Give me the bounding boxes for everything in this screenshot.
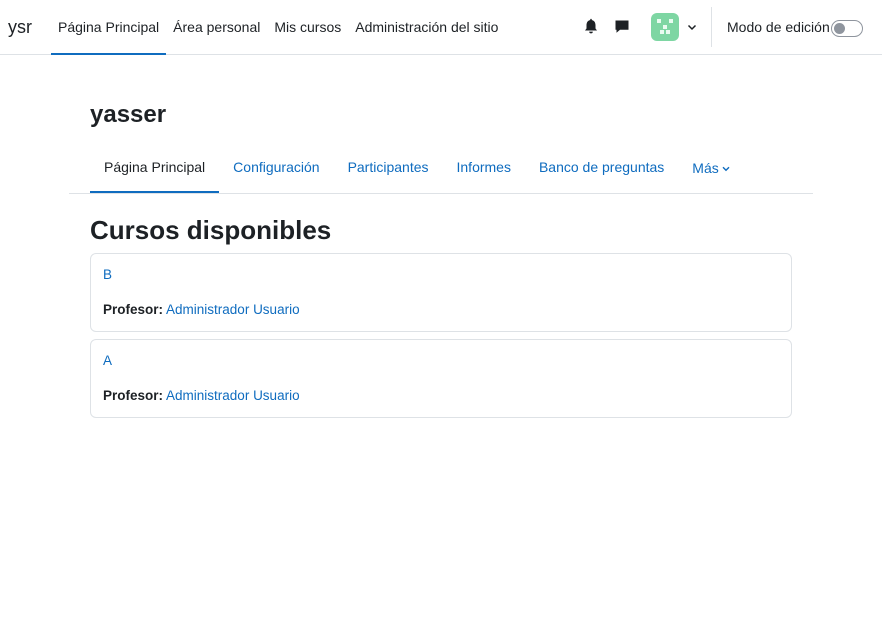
teacher-name-link[interactable]: Administrador Usuario xyxy=(166,388,300,403)
available-courses-heading: Cursos disponibles xyxy=(90,215,332,245)
edit-mode-toggle[interactable] xyxy=(831,20,863,37)
course-card: B Profesor: Administrador Usuario xyxy=(90,253,792,332)
course-teacher: Profesor: Administrador Usuario xyxy=(103,302,300,317)
secondary-navigation: Página Principal Configuración Participa… xyxy=(90,143,744,193)
course-name-link[interactable]: B xyxy=(103,267,112,282)
teacher-label: Profesor: xyxy=(103,302,164,317)
nav-item-pagina-principal[interactable]: Página Principal xyxy=(51,0,167,55)
secondary-nav-divider xyxy=(69,193,813,194)
chevron-down-icon[interactable] xyxy=(686,20,698,34)
tab-pagina-principal[interactable]: Página Principal xyxy=(90,143,220,193)
teacher-label: Profesor: xyxy=(103,388,164,403)
course-teacher: Profesor: Administrador Usuario xyxy=(103,388,300,403)
tab-mas-label: Más xyxy=(692,160,719,176)
navbar-divider xyxy=(711,7,712,47)
user-avatar[interactable] xyxy=(651,13,679,41)
course-name-link[interactable]: A xyxy=(103,353,112,368)
tab-configuracion[interactable]: Configuración xyxy=(219,143,333,193)
tab-banco-de-preguntas[interactable]: Banco de preguntas xyxy=(525,143,678,193)
nav-item-mis-cursos[interactable]: Mis cursos xyxy=(267,0,348,54)
nav-item-administracion-sitio[interactable]: Administración del sitio xyxy=(348,0,505,54)
chat-bubble-icon[interactable] xyxy=(613,17,631,37)
site-brand[interactable]: ysr xyxy=(8,17,32,38)
primary-navigation: Página Principal Área personal Mis curso… xyxy=(51,0,505,55)
page-title: yasser xyxy=(90,101,167,128)
top-navbar: ysr Página Principal Área personal Mis c… xyxy=(0,0,882,55)
course-card: A Profesor: Administrador Usuario xyxy=(90,339,792,418)
teacher-name-link[interactable]: Administrador Usuario xyxy=(166,302,300,317)
nav-item-area-personal[interactable]: Área personal xyxy=(166,0,267,54)
chevron-down-icon xyxy=(722,143,730,192)
tab-informes[interactable]: Informes xyxy=(443,143,525,193)
tab-participantes[interactable]: Participantes xyxy=(334,143,443,193)
toggle-knob xyxy=(834,23,845,34)
edit-mode-label: Modo de edición xyxy=(727,19,830,35)
bell-icon[interactable] xyxy=(582,17,600,37)
tab-mas[interactable]: Más xyxy=(678,143,743,193)
